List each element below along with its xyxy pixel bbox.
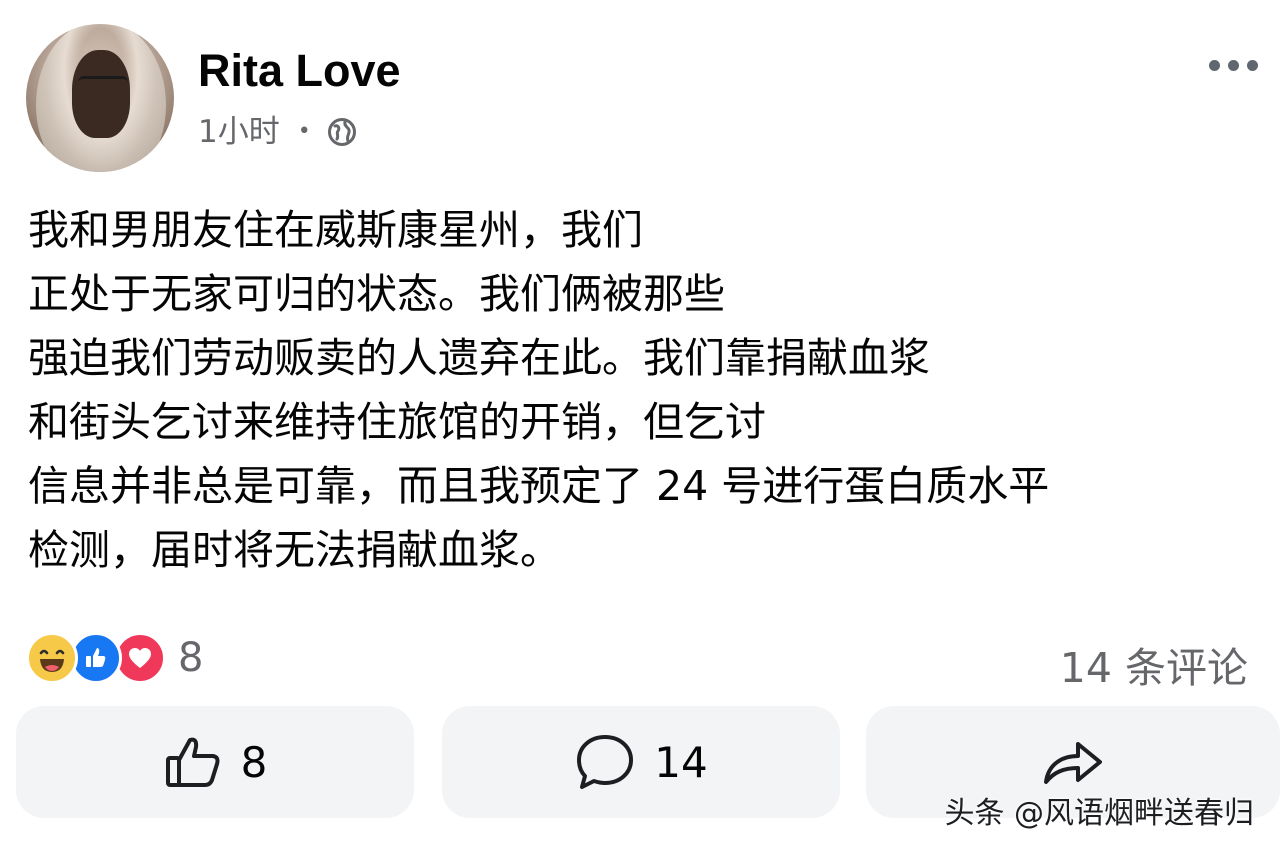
more-dot — [1209, 60, 1220, 71]
thumbs-up-icon — [165, 737, 220, 787]
more-dot — [1247, 60, 1258, 71]
post-text-line: 和街头乞讨来维持住旅馆的开销，但乞讨 — [28, 398, 766, 446]
reaction-count: 8 — [178, 635, 204, 681]
comment-count: 14 — [654, 737, 708, 787]
more-dot — [1228, 60, 1239, 71]
post-text-line: 正处于无家可归的状态。我们俩被那些 — [28, 270, 725, 318]
post-text-line: 信息并非总是可靠，而且我预定了 24 号进行蛋白质水平 — [28, 462, 1050, 510]
post-text: 我和男朋友住在威斯康星州，我们 正处于无家可归的状态。我们俩被那些 强迫我们劳动… — [28, 198, 1280, 582]
comments-count-link[interactable]: 14 条评论 — [1060, 634, 1248, 694]
more-options-icon[interactable] — [1209, 60, 1258, 71]
comment-bubble-icon — [577, 735, 634, 789]
author-name[interactable]: Rita Love — [198, 48, 401, 93]
post-meta: 1小时 • — [198, 112, 357, 152]
comment-button[interactable]: 14 — [442, 706, 840, 818]
post-text-line: 强迫我们劳动贩卖的人遗弃在此。我们靠捐献血浆 — [28, 334, 930, 382]
share-arrow-icon — [1044, 742, 1102, 784]
reactions-summary[interactable]: 8 — [26, 632, 203, 684]
avatar-glasses — [78, 76, 128, 95]
meta-separator: • — [297, 119, 311, 144]
post-text-line: 我和男朋友住在威斯康星州，我们 — [28, 206, 643, 254]
haha-reaction-icon — [26, 632, 78, 684]
globe-icon[interactable] — [327, 117, 357, 147]
post-timestamp[interactable]: 1小时 — [198, 112, 280, 152]
author-avatar[interactable] — [26, 24, 174, 172]
like-count: 8 — [240, 737, 268, 787]
watermark-text: 头条 @风语烟畔送春归 — [944, 796, 1254, 831]
like-button[interactable]: 8 — [16, 706, 414, 818]
post-text-line: 检测，届时将无法捐献血浆。 — [28, 526, 561, 574]
